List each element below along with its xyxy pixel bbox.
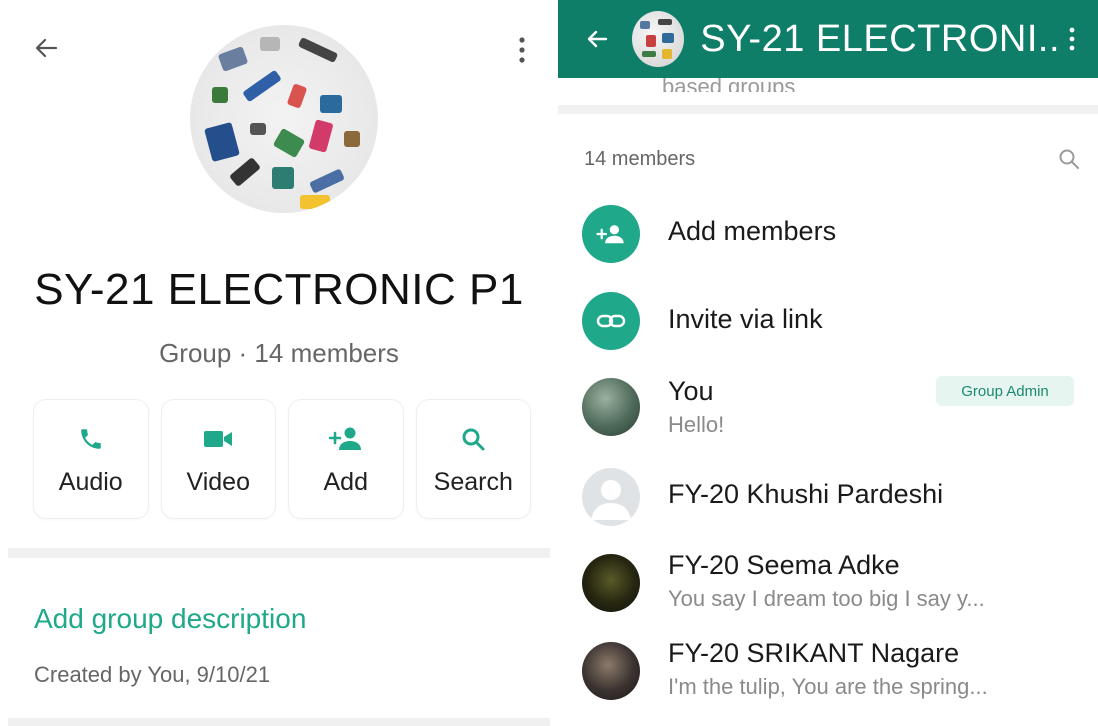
- member-status: You say I dream too big I say y...: [668, 586, 985, 611]
- add-person-icon: [328, 422, 363, 456]
- member-avatar: [582, 378, 640, 436]
- group-name: SY-21 ELECTRONIC P1: [34, 265, 524, 314]
- section-divider: [558, 105, 1098, 114]
- audio-label: Audio: [58, 468, 123, 496]
- member-status: Hello!: [668, 412, 725, 437]
- invite-via-link-label: Invite via link: [668, 304, 823, 334]
- more-options-icon[interactable]: [510, 32, 534, 68]
- search-icon[interactable]: [1056, 146, 1082, 172]
- group-avatar-small[interactable]: [632, 11, 685, 67]
- created-by-text: Created by You, 9/10/21: [34, 662, 271, 687]
- member-name: FY-20 Seema Adke: [668, 550, 900, 580]
- group-avatar[interactable]: [190, 25, 378, 213]
- search-icon: [460, 422, 486, 456]
- more-options-icon[interactable]: [1060, 21, 1084, 57]
- section-divider-bottom: [8, 718, 550, 726]
- member-row[interactable]: FY-20 Seema Adke You say I dream too big…: [558, 546, 1098, 618]
- default-avatar-icon: [582, 468, 640, 526]
- link-icon: [582, 292, 640, 350]
- invite-via-link-row[interactable]: Invite via link: [558, 288, 1098, 358]
- members-count: 14 members: [584, 148, 696, 170]
- group-members-panel: based groups SY-21 ELECTRONI.. 14 member…: [558, 0, 1098, 726]
- member-name: FY-20 Khushi Pardeshi: [668, 479, 944, 509]
- add-label: Add: [323, 468, 368, 496]
- add-participant-button[interactable]: Add: [289, 400, 403, 518]
- add-members-row[interactable]: Add members: [558, 200, 1098, 270]
- group-member-count: Group · 14 members: [159, 338, 399, 368]
- search-label: Search: [433, 468, 513, 496]
- video-call-button[interactable]: Video: [161, 400, 275, 518]
- member-row[interactable]: FY-20 SRIKANT Nagare I'm the tulip, You …: [558, 634, 1098, 706]
- back-arrow-icon[interactable]: [30, 32, 62, 64]
- app-bar-title: SY-21 ELECTRONI..: [700, 17, 1060, 60]
- section-divider: [8, 548, 550, 558]
- member-name: FY-20 SRIKANT Nagare: [668, 638, 960, 668]
- member-name: You: [668, 376, 714, 406]
- group-admin-badge: Group Admin: [936, 376, 1074, 406]
- group-info-panel: SY-21 ELECTRONIC P1 Group · 14 members A…: [0, 0, 558, 726]
- video-icon: [203, 422, 233, 456]
- search-button[interactable]: Search: [416, 400, 530, 518]
- member-avatar: [582, 642, 640, 700]
- member-status: I'm the tulip, You are the spring...: [668, 674, 988, 699]
- add-person-icon: [582, 205, 640, 263]
- member-avatar: [582, 554, 640, 612]
- phone-icon: [78, 422, 104, 456]
- video-label: Video: [186, 468, 251, 496]
- back-arrow-icon[interactable]: [582, 24, 612, 54]
- add-group-description-link[interactable]: Add group description: [34, 603, 306, 635]
- audio-call-button[interactable]: Audio: [34, 400, 148, 518]
- member-row[interactable]: FY-20 Khushi Pardeshi: [558, 462, 1098, 532]
- app-bar: SY-21 ELECTRONI..: [558, 0, 1098, 78]
- quick-actions: Audio Video Add Search: [34, 400, 530, 520]
- add-members-label: Add members: [668, 216, 837, 246]
